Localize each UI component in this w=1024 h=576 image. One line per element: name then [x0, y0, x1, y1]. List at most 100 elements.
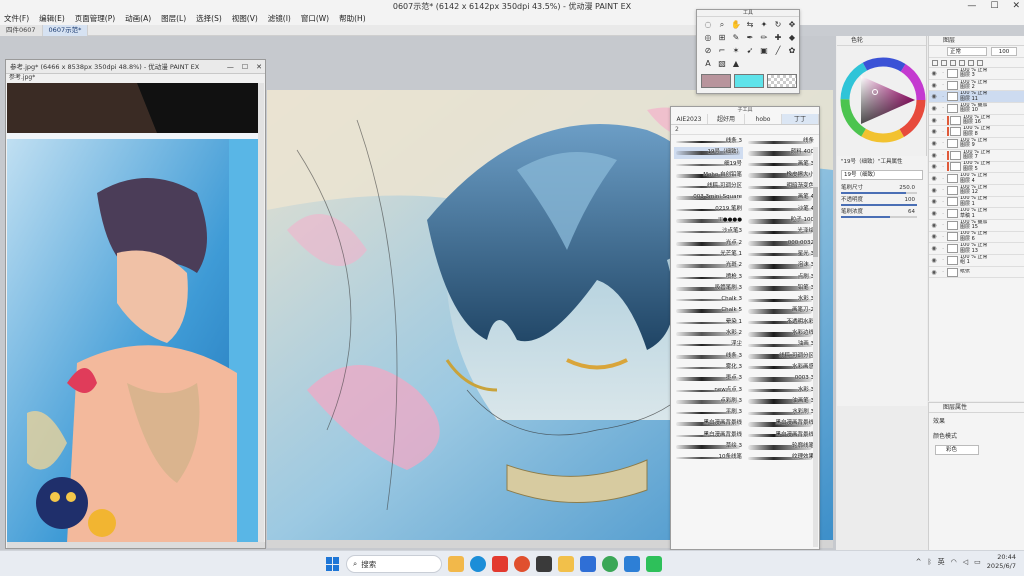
maximize-button[interactable]: ☐ — [990, 0, 998, 13]
brush-item[interactable]: 0219 笔刷 — [674, 204, 743, 215]
object-tool-icon[interactable]: ✥ — [786, 19, 798, 30]
ref-minimize-button[interactable]: — — [227, 60, 234, 74]
brush-item[interactable]: 线条 — [746, 136, 815, 147]
eye-icon[interactable]: ◉ — [929, 269, 939, 276]
brush-item[interactable]: 粒子 100 — [746, 215, 815, 226]
rotate-tool-icon[interactable]: ↻ — [772, 19, 784, 30]
brush-item[interactable]: 003 3mini Square — [674, 192, 743, 203]
main-color-swatch[interactable] — [701, 74, 731, 88]
lock-transparency-icon[interactable] — [950, 59, 956, 66]
color-wheel-panel[interactable]: 色轮 — [837, 36, 927, 156]
blend-tool-icon[interactable]: ⊘ — [702, 45, 714, 56]
layer-row[interactable]: ◉ · 100 % 正常 图层 1 — [929, 196, 1024, 209]
minimize-button[interactable]: — — [967, 0, 976, 13]
lock-layer-icon[interactable] — [959, 59, 965, 66]
ruler-tool-icon[interactable]: ⌐ — [716, 45, 728, 56]
density-row[interactable]: 笔刷浓度 64 — [837, 206, 927, 218]
menu-animation[interactable]: 动画(A) — [125, 13, 151, 25]
close-button[interactable]: ✕ — [1012, 0, 1020, 13]
brush-item[interactable]: 光点 2 — [674, 238, 743, 249]
pen-tool-icon[interactable]: ✎ — [730, 32, 742, 43]
reference-window[interactable]: 参考.jpg* (6466 x 8538px 350dpi 48.8%) - 优… — [5, 59, 266, 549]
brush-item[interactable]: 草绘 3 — [674, 441, 743, 452]
eye-icon[interactable]: ◉ — [929, 222, 939, 229]
eye-icon[interactable]: ◉ — [929, 140, 939, 147]
brush-item[interactable]: 黑白漫画背景线 — [746, 418, 815, 429]
ime-indicator[interactable]: 英 — [938, 557, 945, 567]
brush-item[interactable]: 泡沫 3 — [746, 260, 815, 271]
layer-lock-icon[interactable]: · — [939, 117, 947, 123]
line-tool-icon[interactable]: ╱ — [772, 45, 784, 56]
brush-item[interactable]: 线稿-可调分区 — [674, 181, 743, 192]
battery-icon[interactable]: ▭ — [974, 558, 981, 566]
brush-item[interactable]: 星光 3 — [746, 249, 815, 260]
marker-tool-icon[interactable]: ✒ — [744, 32, 756, 43]
brush-item[interactable]: 水彩 2 — [674, 328, 743, 339]
layer-opacity-input[interactable]: 100 — [991, 47, 1017, 56]
sub-tool-panel[interactable]: 子工具 AIE2023 超好用 hobo 丁丁 2 线条 3 线条 19号（细致） 颜… — [670, 106, 820, 550]
density-slider[interactable] — [841, 216, 917, 218]
layer-row[interactable]: ◉ · 100 % 叠加 图层 15 — [929, 220, 1024, 232]
layer-lock-icon[interactable]: · — [939, 94, 947, 100]
layer-lock-icon[interactable]: · — [939, 129, 947, 135]
eye-icon[interactable]: ◉ — [929, 233, 939, 240]
brush-item[interactable]: 水彩画感 — [746, 362, 815, 373]
layer-row[interactable]: ◉ · 100 % 正常 图层 2 — [929, 80, 1024, 92]
edge-browser-icon[interactable] — [470, 556, 486, 572]
hand-tool-icon[interactable]: ✋ — [730, 19, 742, 30]
eye-icon[interactable]: ◉ — [929, 82, 939, 89]
layer-row[interactable]: ◉ · 100 % 正常 图层 13 — [929, 243, 1024, 255]
layer-lock-icon[interactable]: · — [939, 222, 947, 228]
brush-item[interactable]: 吸管笔刷 3 — [674, 283, 743, 294]
sub-tool-tab-1[interactable]: AIE2023 — [671, 114, 708, 124]
brush-item[interactable]: 细19号 — [674, 159, 743, 170]
doc-tab-1[interactable]: 四件0607 — [0, 25, 43, 36]
taskbar-search[interactable]: ⌕ 搜索 — [346, 555, 442, 573]
weibo-icon[interactable] — [514, 556, 530, 572]
layer-tab[interactable]: 图层 — [929, 36, 1024, 46]
layer-lock-icon[interactable]: · — [939, 164, 947, 170]
wps-office-icon[interactable] — [492, 556, 508, 572]
brush-item[interactable]: 橡皮擦大小 — [746, 170, 815, 181]
layer-lock-icon[interactable]: · — [939, 82, 947, 88]
layer-lock-icon[interactable]: · — [939, 152, 947, 158]
layer-lock-icon[interactable]: · — [939, 211, 947, 217]
layer-row[interactable]: ◉ · 100 % 正常 草稿 1 — [929, 208, 1024, 220]
eye-icon[interactable]: ◉ — [929, 105, 939, 112]
eye-icon[interactable]: ◉ — [929, 210, 939, 217]
brush-item[interactable]: 10条线笔 — [674, 452, 743, 463]
brush-item[interactable]: 000 0032 — [746, 238, 815, 249]
ref-maximize-button[interactable]: ☐ — [242, 60, 248, 74]
layer-lock-icon[interactable]: · — [939, 187, 947, 193]
brush-item[interactable]: 浮尘 — [674, 339, 743, 350]
file-explorer-icon[interactable] — [558, 556, 574, 572]
layer-panel[interactable]: 图层 正常 100 ◉ · 100 % 正常 图层 3 ◉ · 100 % 正常 图层 2… — [928, 36, 1024, 401]
layer-lock-icon[interactable]: · — [939, 257, 947, 263]
brush-item[interactable]: 明暗渐变色 — [746, 181, 815, 192]
eye-icon[interactable]: ◉ — [929, 70, 939, 77]
ruler-icon[interactable] — [977, 59, 983, 66]
brush-item[interactable]: 铅笔 3 — [746, 283, 815, 294]
decoration-tool-icon[interactable]: ✚ — [772, 32, 784, 43]
layer-lock-icon[interactable]: · — [939, 70, 947, 76]
pattern-tool-icon[interactable]: ✿ — [786, 45, 798, 56]
menu-select[interactable]: 选择(S) — [196, 13, 222, 25]
layer-row[interactable]: ◉ · 纸张 — [929, 267, 1024, 279]
brush-item[interactable]: 晕染 1 — [674, 317, 743, 328]
layer-row[interactable]: ◉ · 100 % 正常 图层 3 — [929, 68, 1024, 80]
layer-row[interactable]: ◉ · 100 % 正常 图层 16 — [929, 115, 1024, 127]
color-wheel[interactable] — [839, 48, 927, 148]
brush-item[interactable]: 黑白漫画背景线 — [746, 430, 815, 441]
layer-row[interactable]: ◉ · 100 % 正常 图层 4 — [929, 173, 1024, 185]
layer-lock-icon[interactable]: · — [939, 269, 947, 275]
color-wheel-tab[interactable]: 色轮 — [837, 36, 926, 46]
brush-item[interactable]: 画笔 4 — [746, 192, 815, 203]
paint-app-icon[interactable] — [536, 556, 552, 572]
sub-tool-scrollbar[interactable] — [813, 147, 818, 547]
brush-item[interactable]: 光斑 2 — [674, 260, 743, 271]
brush-item[interactable]: 线条 3 — [674, 351, 743, 362]
brush-item[interactable]: 点刷 3 — [746, 272, 815, 283]
menu-view[interactable]: 视图(V) — [232, 13, 258, 25]
mail-icon[interactable] — [624, 556, 640, 572]
brush-item[interactable]: 光泽绘 — [746, 226, 815, 237]
